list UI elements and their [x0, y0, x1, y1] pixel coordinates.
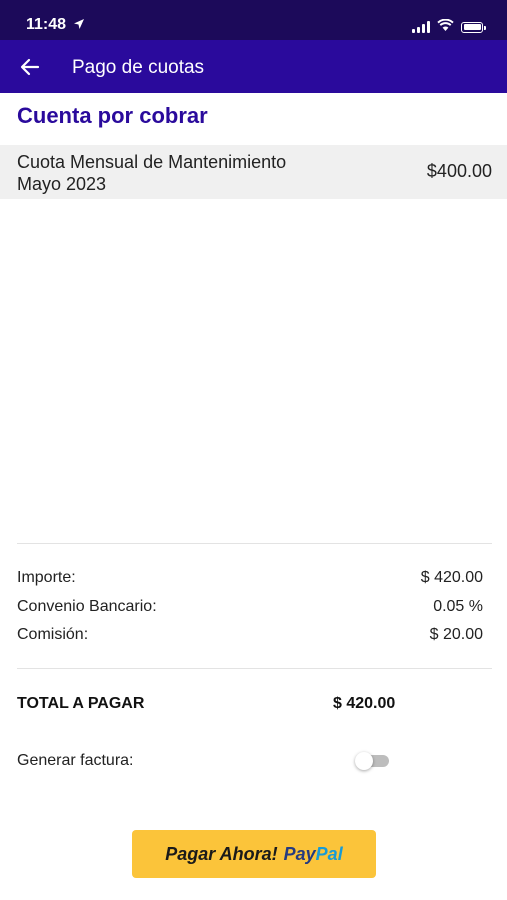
back-arrow-icon[interactable] — [18, 55, 42, 79]
convenio-label: Convenio Bancario: — [17, 598, 157, 615]
invoice-label: Generar factura: — [17, 752, 134, 769]
toggle-thumb — [355, 752, 373, 770]
wifi-icon — [437, 18, 454, 36]
importe-row: Importe: $ 420.00 — [17, 569, 483, 591]
page-title: Pago de cuotas — [72, 57, 205, 78]
charge-period: Mayo 2023 — [17, 174, 107, 194]
divider — [17, 668, 492, 669]
invoice-toggle[interactable] — [355, 752, 389, 770]
section-title: Cuenta por cobrar — [17, 103, 208, 128]
signal-icon — [412, 21, 430, 33]
total-value: $ 420.00 — [333, 695, 396, 712]
status-time: 11:48 — [26, 16, 67, 33]
divider — [17, 543, 492, 544]
pay-button-label: Pagar Ahora! — [165, 843, 278, 864]
pay-now-button[interactable]: Pagar Ahora! Pay Pal — [132, 830, 376, 878]
charge-concept: Cuota Mensual de Mantenimiento — [17, 152, 287, 172]
status-bar: 11:48 — [0, 0, 507, 40]
status-icons — [412, 18, 486, 36]
comision-row: Comisión: $ 20.00 — [17, 626, 483, 648]
importe-label: Importe: — [17, 569, 76, 586]
location-arrow-icon — [73, 17, 85, 35]
total-label: TOTAL A PAGAR — [17, 695, 145, 712]
convenio-value: 0.05 % — [433, 598, 483, 615]
paypal-logo-pal: Pal — [315, 843, 343, 864]
list-item: Cuota Mensual de Mantenimiento Mayo 2023… — [0, 145, 507, 199]
app-bar: Pago de cuotas — [0, 40, 507, 93]
comision-label: Comisión: — [17, 626, 89, 643]
paypal-logo-pay: Pay — [283, 843, 316, 864]
charge-description: Cuota Mensual de Mantenimiento Mayo 2023 — [17, 151, 286, 195]
importe-value: $ 420.00 — [420, 569, 483, 586]
comision-value: $ 20.00 — [429, 626, 483, 643]
battery-icon — [461, 21, 486, 33]
convenio-row: Convenio Bancario: 0.05 % — [17, 598, 483, 620]
charge-amount: $400.00 — [426, 161, 492, 181]
